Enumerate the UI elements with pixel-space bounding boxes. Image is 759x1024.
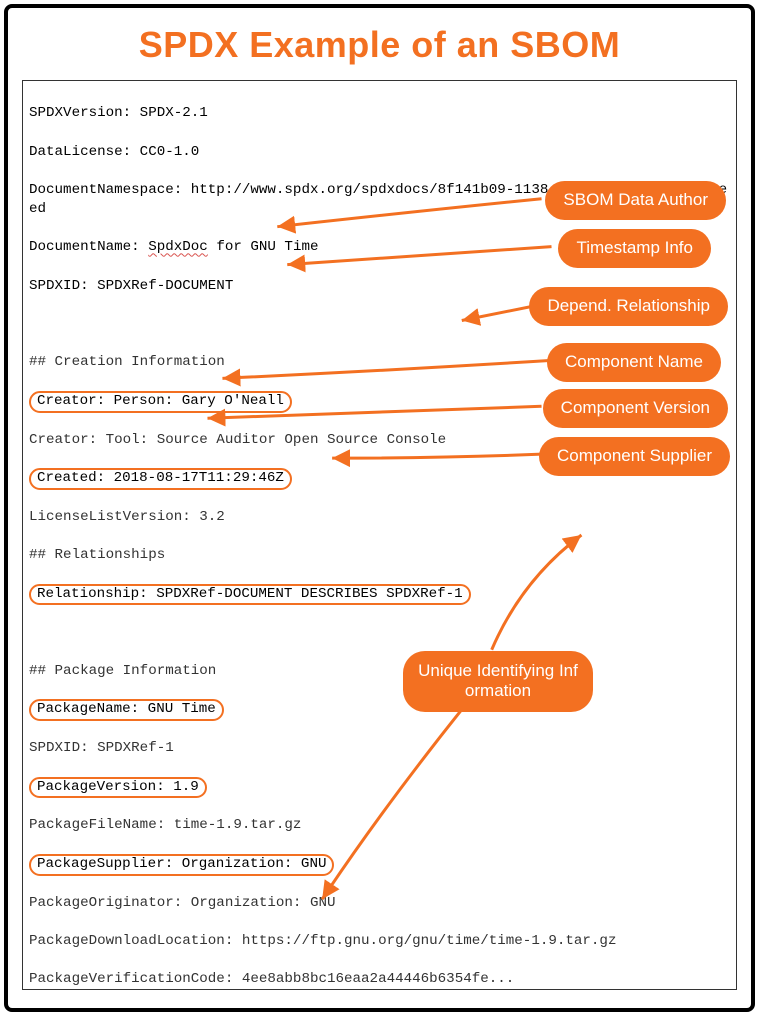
code-line: PackageOriginator: Organization: GNU (29, 894, 730, 913)
callout-component-supplier: Component Supplier (539, 437, 730, 476)
code-line: ## Relationships (29, 546, 730, 565)
highlight-packageversion: PackageVersion: 1.9 (29, 777, 207, 799)
spdx-code-block: SPDXVersion: SPDX-2.1 DataLicense: CC0-1… (22, 80, 737, 990)
callout-component-name: Component Name (547, 343, 721, 382)
highlight-packagename: PackageName: GNU Time (29, 699, 224, 721)
code-line: DataLicense: CC0-1.0 (29, 143, 730, 162)
highlight-created: Created: 2018-08-17T11:29:46Z (29, 468, 292, 490)
code-line: LicenseListVersion: 3.2 (29, 508, 730, 527)
document-frame: SPDX Example of an SBOM SPDXVersion: SPD… (4, 4, 755, 1012)
code-line: PackageVerificationCode: 4ee8abb8bc16eaa… (29, 970, 730, 989)
document-title: SPDX Example of an SBOM (22, 24, 737, 66)
code-line: PackageFileName: time-1.9.tar.gz (29, 816, 730, 835)
callout-timestamp: Timestamp Info (558, 229, 711, 268)
callout-unique-id: Unique Identifying Information (403, 651, 593, 712)
highlight-relationship: Relationship: SPDXRef-DOCUMENT DESCRIBES… (29, 584, 471, 606)
code-line: ## Package Information (29, 662, 730, 681)
code-line: PackageSupplier: Organization: GNU (29, 855, 730, 875)
code-line: SPDXVersion: SPDX-2.1 (29, 104, 730, 123)
highlight-creator: Creator: Person: Gary O'Neall (29, 391, 292, 413)
callout-component-version: Component Version (543, 389, 728, 428)
code-line: SPDXID: SPDXRef-1 (29, 739, 730, 758)
callout-dependency: Depend. Relationship (529, 287, 728, 326)
code-line (29, 624, 730, 643)
highlight-packagesupplier: PackageSupplier: Organization: GNU (29, 854, 334, 876)
code-line: Relationship: SPDXRef-DOCUMENT DESCRIBES… (29, 585, 730, 605)
code-line: PackageVersion: 1.9 (29, 778, 730, 798)
callout-sbom-author: SBOM Data Author (545, 181, 726, 220)
code-line: PackageDownloadLocation: https://ftp.gnu… (29, 932, 730, 951)
code-line: PackageName: GNU Time (29, 700, 730, 720)
